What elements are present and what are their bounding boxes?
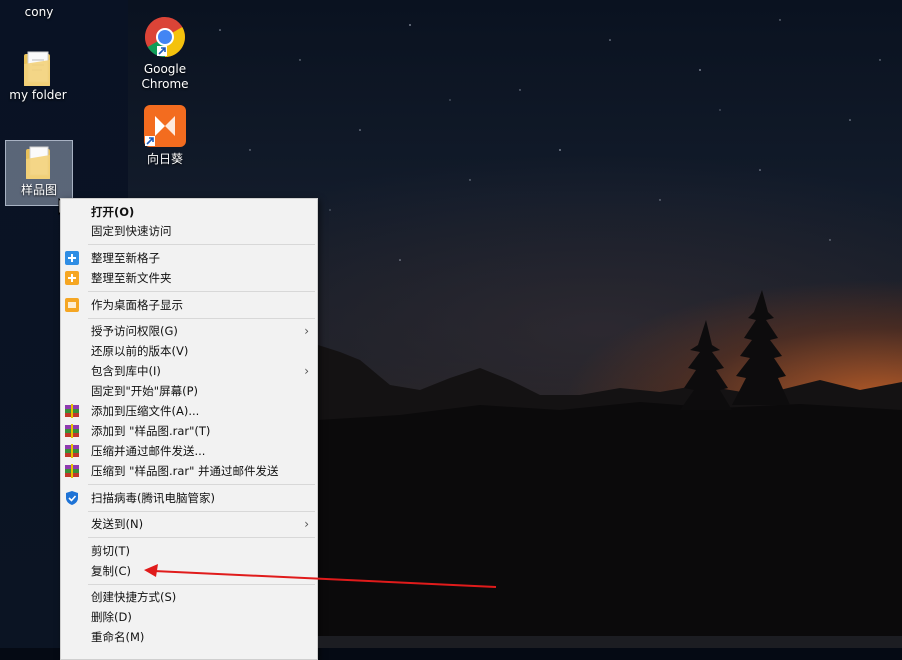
menu-item-delete[interactable]: 删除(D) [61,607,317,627]
menu-item-label: 整理至新格子 [91,251,160,265]
menu-separator [88,244,315,245]
menu-item-label: 复制(C) [91,564,132,578]
desktop-icon-my-folder[interactable]: my folder [4,50,72,103]
desktop-icon-cony[interactable]: cony [5,5,73,20]
menu-item-label: 添加到压缩文件(A)... [91,404,200,418]
menu-item-pin-to-start[interactable]: 固定到"开始"屏幕(P) [61,381,317,401]
menu-item-rename[interactable]: 重命名(M) [61,627,317,647]
menu-separator [88,318,315,319]
annotation-arrow [144,564,497,588]
desktop-icon-label: cony [24,5,54,19]
desktop-grid-icon [65,298,79,312]
chrome-icon [145,17,185,57]
menu-item-label: 添加到 "样品图.rar"(T) [91,424,211,438]
menu-item-label: 包含到库中(I) [91,364,161,378]
menu-item-add-to-rar[interactable]: 添加到 "样品图.rar"(T) [61,421,317,441]
menu-item-open[interactable]: 打开(O) [61,202,317,222]
folder-icon [26,146,50,179]
desktop-icon-label: 向日葵 [146,152,183,166]
organize-folder-icon [65,271,79,285]
desktop-icon-sunflower[interactable]: 向日葵 [131,104,199,167]
menu-separator [88,484,315,485]
sunflower-app-icon [144,105,186,147]
taskbar [318,636,902,648]
menu-item-label: 固定到快速访问 [91,224,172,238]
menu-item-cut[interactable]: 剪切(T) [61,541,317,561]
menu-item-include-in-library[interactable]: 包含到库中(I) › [61,361,317,381]
menu-item-label: 还原以前的版本(V) [91,344,189,358]
winrar-icon [65,444,79,458]
menu-item-restore-versions[interactable]: 还原以前的版本(V) [61,341,317,361]
menu-item-pin-quick-access[interactable]: 固定到快速访问 [61,221,317,241]
menu-item-label: 打开(O) [91,205,135,219]
menu-separator [88,291,315,292]
menu-item-compress-rar-email[interactable]: 压缩到 "样品图.rar" 并通过邮件发送 [61,461,317,481]
menu-item-label: 扫描病毒(腾讯电脑管家) [91,491,215,505]
menu-item-send-to[interactable]: 发送到(N) › [61,514,317,534]
menu-item-label: 固定到"开始"屏幕(P) [91,384,198,398]
shield-icon [66,491,78,505]
chevron-right-icon: › [304,364,309,378]
desktop-icon-google-chrome[interactable]: Google Chrome [131,16,199,92]
winrar-icon [65,404,79,418]
menu-item-organize-new-folder[interactable]: 整理至新文件夹 [61,268,317,288]
chevron-right-icon: › [304,324,309,338]
desktop-icon-sample-folder[interactable]: 样品图 [5,140,73,206]
winrar-icon [65,464,79,478]
chevron-right-icon: › [304,517,309,531]
menu-item-label: 压缩并通过邮件发送... [91,444,206,458]
menu-item-label: 发送到(N) [91,517,144,531]
menu-item-grant-access[interactable]: 授予访问权限(G) › [61,321,317,341]
menu-item-label: 重命名(M) [91,630,145,644]
menu-item-compress-email[interactable]: 压缩并通过邮件发送... [61,441,317,461]
menu-separator [88,511,315,512]
menu-item-organize-new-grid[interactable]: 整理至新格子 [61,248,317,268]
menu-item-label: 剪切(T) [91,544,130,558]
organize-grid-icon [65,251,79,265]
menu-item-label: 作为桌面格子显示 [91,298,183,312]
menu-item-scan-virus[interactable]: 扫描病毒(腾讯电脑管家) [61,488,317,508]
menu-separator [88,537,315,538]
menu-item-label: 压缩到 "样品图.rar" 并通过邮件发送 [91,464,279,478]
folder-icon [24,51,50,86]
menu-item-label: 删除(D) [91,610,132,624]
desktop-icon-label-line1: Google [143,62,187,76]
desktop-icon-label: 样品图 [20,183,57,197]
winrar-icon [65,424,79,438]
menu-item-add-to-archive[interactable]: 添加到压缩文件(A)... [61,401,317,421]
desktop-icon-label: my folder [9,88,67,102]
menu-item-label: 授予访问权限(G) [91,324,178,338]
menu-item-label: 整理至新文件夹 [91,271,172,285]
desktop-icon-label-line2: Chrome [141,77,189,91]
menu-item-show-as-desktop-grid[interactable]: 作为桌面格子显示 [61,295,317,315]
